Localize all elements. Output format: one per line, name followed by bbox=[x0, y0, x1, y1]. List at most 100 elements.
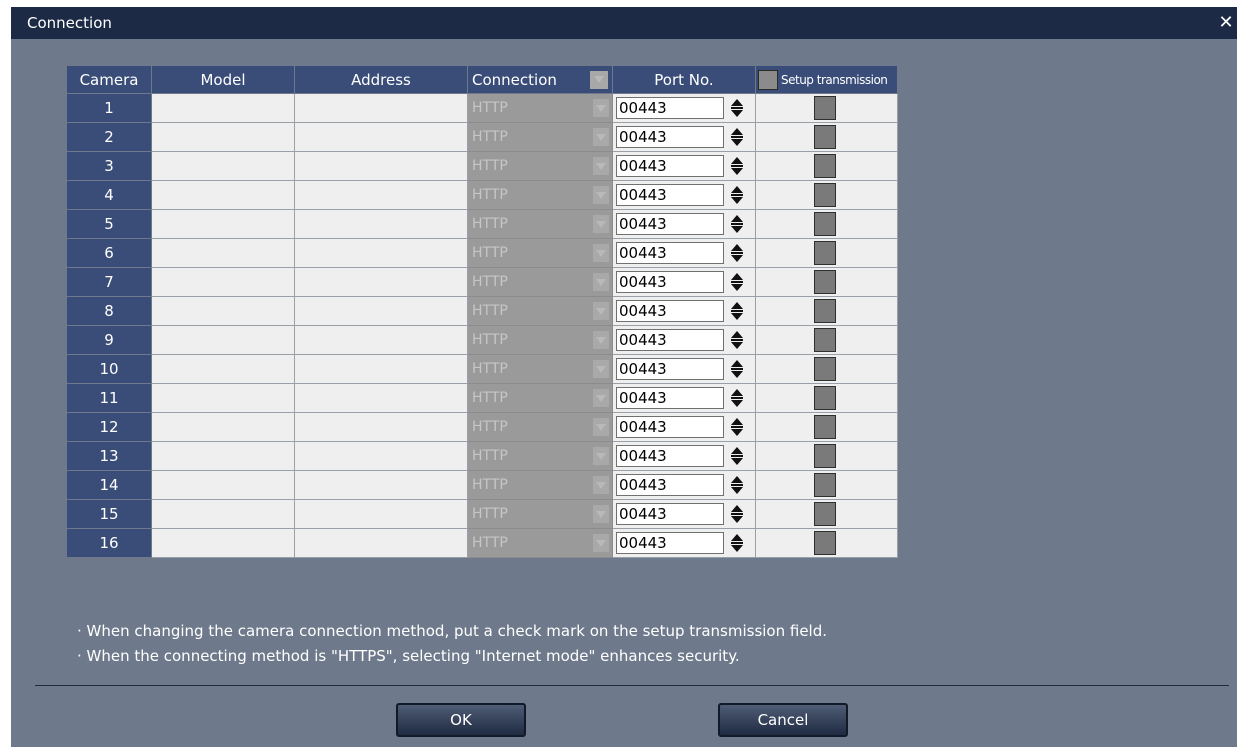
spinner-down-icon[interactable] bbox=[731, 284, 743, 291]
setup-transmission-checkbox[interactable] bbox=[814, 328, 836, 352]
port-input[interactable]: 00443 bbox=[616, 358, 724, 380]
address-cell[interactable] bbox=[294, 238, 468, 268]
port-input[interactable]: 00443 bbox=[616, 126, 724, 148]
port-spinner[interactable] bbox=[729, 213, 745, 235]
setup-transmission-checkbox[interactable] bbox=[814, 386, 836, 410]
port-input[interactable]: 00443 bbox=[616, 213, 724, 235]
port-input[interactable]: 00443 bbox=[616, 387, 724, 409]
address-cell[interactable] bbox=[294, 412, 468, 442]
setup-transmission-checkbox[interactable] bbox=[814, 531, 836, 555]
spinner-up-icon[interactable] bbox=[731, 273, 743, 280]
connection-select[interactable]: HTTP bbox=[467, 122, 613, 152]
port-input[interactable]: 00443 bbox=[616, 97, 724, 119]
address-cell[interactable] bbox=[294, 93, 468, 123]
port-spinner[interactable] bbox=[729, 503, 745, 525]
port-spinner[interactable] bbox=[729, 445, 745, 467]
connection-select[interactable]: HTTP bbox=[467, 325, 613, 355]
spinner-down-icon[interactable] bbox=[731, 110, 743, 117]
setup-transmission-checkbox[interactable] bbox=[814, 96, 836, 120]
address-cell[interactable] bbox=[294, 354, 468, 384]
connection-select[interactable]: HTTP bbox=[467, 528, 613, 558]
spinner-up-icon[interactable] bbox=[731, 476, 743, 483]
spinner-up-icon[interactable] bbox=[731, 447, 743, 454]
spinner-up-icon[interactable] bbox=[731, 244, 743, 251]
setup-transmission-checkbox[interactable] bbox=[814, 444, 836, 468]
address-cell[interactable] bbox=[294, 528, 468, 558]
connection-select[interactable]: HTTP bbox=[467, 296, 613, 326]
address-cell[interactable] bbox=[294, 267, 468, 297]
setup-transmission-checkbox[interactable] bbox=[814, 415, 836, 439]
spinner-up-icon[interactable] bbox=[731, 157, 743, 164]
close-icon[interactable]: ✕ bbox=[1217, 14, 1235, 32]
spinner-up-icon[interactable] bbox=[731, 186, 743, 193]
port-spinner[interactable] bbox=[729, 387, 745, 409]
spinner-down-icon[interactable] bbox=[731, 226, 743, 233]
address-cell[interactable] bbox=[294, 122, 468, 152]
port-spinner[interactable] bbox=[729, 242, 745, 264]
address-cell[interactable] bbox=[294, 209, 468, 239]
port-input[interactable]: 00443 bbox=[616, 445, 724, 467]
port-input[interactable]: 00443 bbox=[616, 271, 724, 293]
port-input[interactable]: 00443 bbox=[616, 329, 724, 351]
spinner-up-icon[interactable] bbox=[731, 99, 743, 106]
port-input[interactable]: 00443 bbox=[616, 503, 724, 525]
address-cell[interactable] bbox=[294, 325, 468, 355]
connection-select[interactable]: HTTP bbox=[467, 383, 613, 413]
spinner-up-icon[interactable] bbox=[731, 534, 743, 541]
spinner-up-icon[interactable] bbox=[731, 389, 743, 396]
spinner-down-icon[interactable] bbox=[731, 168, 743, 175]
setup-transmission-checkbox[interactable] bbox=[814, 473, 836, 497]
setup-transmission-checkbox[interactable] bbox=[814, 299, 836, 323]
port-input[interactable]: 00443 bbox=[616, 474, 724, 496]
connection-select[interactable]: HTTP bbox=[467, 441, 613, 471]
connection-select[interactable]: HTTP bbox=[467, 354, 613, 384]
cancel-button[interactable]: Cancel bbox=[718, 703, 848, 737]
spinner-down-icon[interactable] bbox=[731, 197, 743, 204]
port-input[interactable]: 00443 bbox=[616, 300, 724, 322]
setup-transmission-checkbox[interactable] bbox=[814, 183, 836, 207]
address-cell[interactable] bbox=[294, 383, 468, 413]
setup-transmission-checkbox[interactable] bbox=[814, 212, 836, 236]
spinner-up-icon[interactable] bbox=[731, 128, 743, 135]
ok-button[interactable]: OK bbox=[396, 703, 526, 737]
spinner-down-icon[interactable] bbox=[731, 313, 743, 320]
address-cell[interactable] bbox=[294, 441, 468, 471]
column-header-connection[interactable]: Connection bbox=[467, 65, 613, 94]
spinner-up-icon[interactable] bbox=[731, 418, 743, 425]
address-cell[interactable] bbox=[294, 470, 468, 500]
port-spinner[interactable] bbox=[729, 532, 745, 554]
spinner-up-icon[interactable] bbox=[731, 302, 743, 309]
connection-select[interactable]: HTTP bbox=[467, 267, 613, 297]
connection-select[interactable]: HTTP bbox=[467, 180, 613, 210]
port-input[interactable]: 00443 bbox=[616, 242, 724, 264]
spinner-down-icon[interactable] bbox=[731, 342, 743, 349]
connection-select[interactable]: HTTP bbox=[467, 209, 613, 239]
spinner-down-icon[interactable] bbox=[731, 255, 743, 262]
select-all-setup-checkbox[interactable] bbox=[758, 69, 778, 90]
port-spinner[interactable] bbox=[729, 126, 745, 148]
port-spinner[interactable] bbox=[729, 416, 745, 438]
spinner-down-icon[interactable] bbox=[731, 516, 743, 523]
spinner-down-icon[interactable] bbox=[731, 429, 743, 436]
connection-select[interactable]: HTTP bbox=[467, 93, 613, 123]
port-spinner[interactable] bbox=[729, 155, 745, 177]
spinner-down-icon[interactable] bbox=[731, 371, 743, 378]
spinner-up-icon[interactable] bbox=[731, 360, 743, 367]
spinner-down-icon[interactable] bbox=[731, 545, 743, 552]
port-input[interactable]: 00443 bbox=[616, 532, 724, 554]
connection-select[interactable]: HTTP bbox=[467, 499, 613, 529]
address-cell[interactable] bbox=[294, 296, 468, 326]
connection-select[interactable]: HTTP bbox=[467, 470, 613, 500]
address-cell[interactable] bbox=[294, 180, 468, 210]
setup-transmission-checkbox[interactable] bbox=[814, 270, 836, 294]
port-spinner[interactable] bbox=[729, 358, 745, 380]
setup-transmission-checkbox[interactable] bbox=[814, 125, 836, 149]
port-spinner[interactable] bbox=[729, 300, 745, 322]
setup-transmission-checkbox[interactable] bbox=[814, 357, 836, 381]
port-input[interactable]: 00443 bbox=[616, 416, 724, 438]
port-spinner[interactable] bbox=[729, 97, 745, 119]
connection-select[interactable]: HTTP bbox=[467, 151, 613, 181]
spinner-up-icon[interactable] bbox=[731, 505, 743, 512]
address-cell[interactable] bbox=[294, 499, 468, 529]
port-input[interactable]: 00443 bbox=[616, 184, 724, 206]
